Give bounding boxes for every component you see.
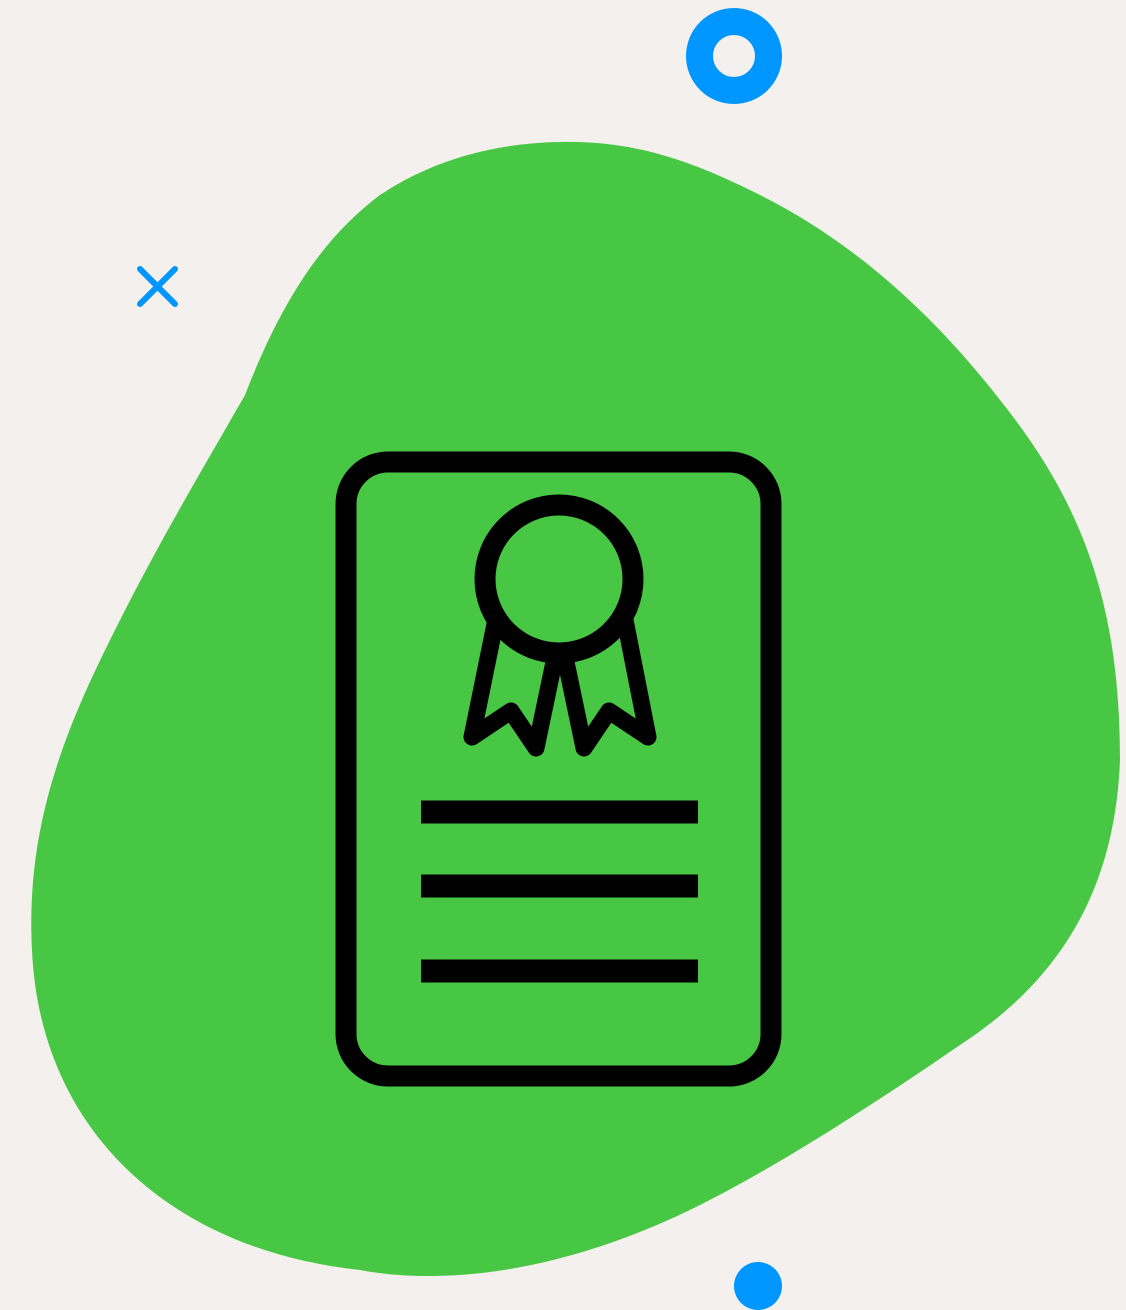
illustration-stage [0,0,1126,1310]
ring-icon [686,8,782,104]
dot-icon [734,1262,782,1310]
illustration-canvas [31,8,1120,1310]
close-icon [137,266,178,307]
